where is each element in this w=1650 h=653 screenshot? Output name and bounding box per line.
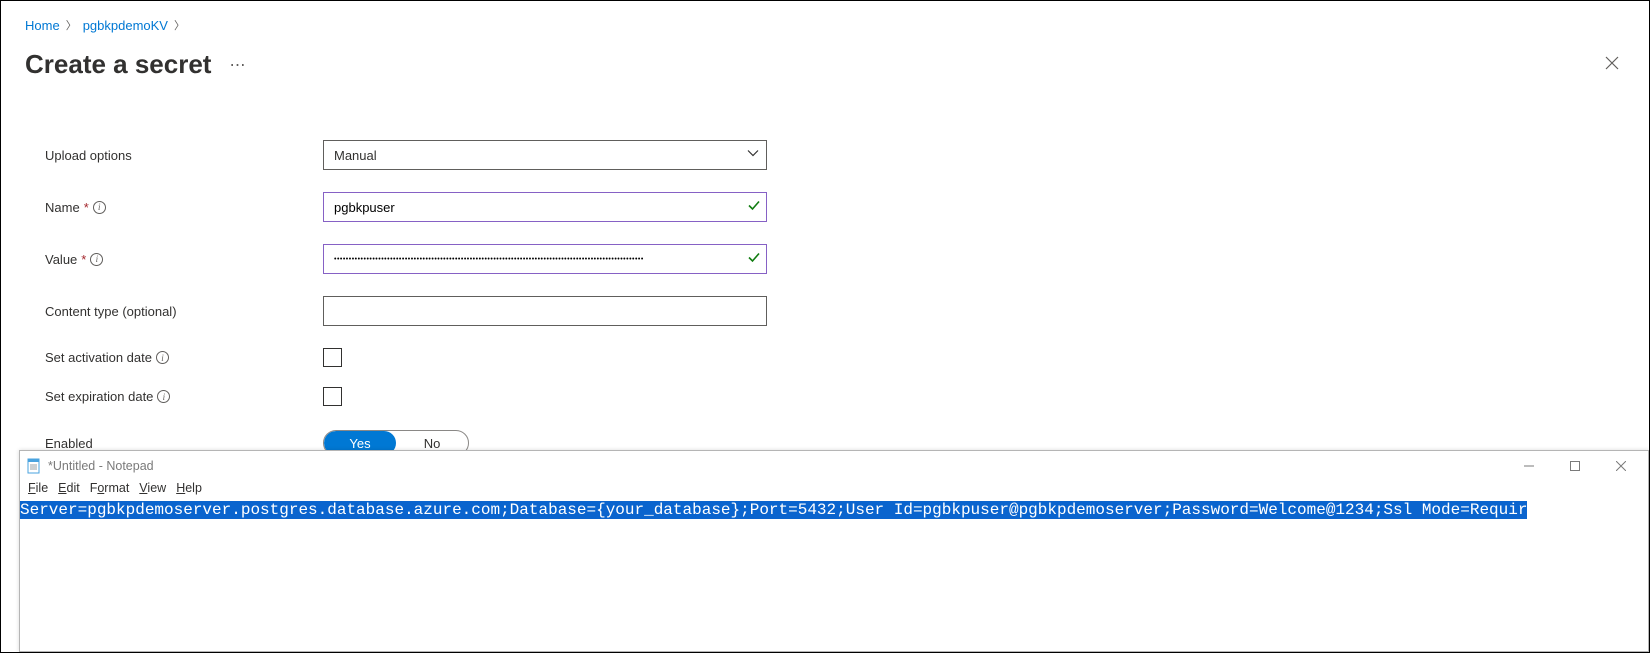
notepad-icon xyxy=(26,458,42,474)
menu-view[interactable]: View xyxy=(135,481,170,499)
content-type-label: Content type (optional) xyxy=(45,304,323,319)
maximize-button[interactable] xyxy=(1552,451,1598,481)
notepad-text-area[interactable]: Server=pgbkpdemoserver.postgres.database… xyxy=(20,501,1648,651)
close-button[interactable] xyxy=(1598,451,1644,481)
content-type-input[interactable] xyxy=(323,296,767,326)
menu-file[interactable]: File xyxy=(24,481,52,499)
enabled-label: Enabled xyxy=(45,436,323,451)
expiration-date-label: Set expiration date xyxy=(45,389,153,404)
activation-date-checkbox[interactable] xyxy=(323,348,342,367)
notepad-title: *Untitled - Notepad xyxy=(48,459,154,473)
maximize-icon xyxy=(1570,461,1580,471)
checkmark-icon xyxy=(747,251,761,268)
info-icon[interactable]: i xyxy=(157,390,170,403)
notepad-selected-text: Server=pgbkpdemoserver.postgres.database… xyxy=(20,501,1527,519)
info-icon[interactable]: i xyxy=(90,253,103,266)
value-input[interactable] xyxy=(323,244,767,274)
checkmark-icon xyxy=(747,199,761,216)
notepad-window: *Untitled - Notepad File Edit Format Vie… xyxy=(19,450,1649,652)
close-icon xyxy=(1605,56,1619,70)
menu-edit[interactable]: Edit xyxy=(54,481,84,499)
chevron-right-icon: 〉 xyxy=(174,17,185,33)
expiration-date-checkbox[interactable] xyxy=(323,387,342,406)
more-actions-button[interactable]: ⋯ xyxy=(229,55,246,75)
minimize-button[interactable] xyxy=(1506,451,1552,481)
name-label: Name xyxy=(45,200,80,215)
upload-options-label: Upload options xyxy=(45,148,323,163)
name-input[interactable] xyxy=(323,192,767,222)
minimize-icon xyxy=(1524,461,1534,471)
menu-format[interactable]: Format xyxy=(86,481,134,499)
breadcrumb-home[interactable]: Home xyxy=(25,18,60,33)
page-title: Create a secret xyxy=(25,49,211,80)
breadcrumb: Home 〉 pgbkpdemoKV 〉 xyxy=(25,17,1625,33)
breadcrumb-keyvault[interactable]: pgbkpdemoKV xyxy=(83,18,168,33)
close-button[interactable] xyxy=(1599,50,1625,80)
info-icon[interactable]: i xyxy=(156,351,169,364)
chevron-down-icon xyxy=(747,148,759,163)
chevron-right-icon: 〉 xyxy=(66,17,77,33)
upload-options-value: Manual xyxy=(334,148,377,163)
activation-date-label: Set activation date xyxy=(45,350,152,365)
menu-help[interactable]: Help xyxy=(172,481,206,499)
upload-options-dropdown[interactable]: Manual xyxy=(323,140,767,170)
close-icon xyxy=(1616,461,1626,471)
required-indicator: * xyxy=(84,200,89,215)
required-indicator: * xyxy=(81,252,86,267)
notepad-menubar: File Edit Format View Help xyxy=(20,481,1648,501)
info-icon[interactable]: i xyxy=(93,201,106,214)
notepad-titlebar[interactable]: *Untitled - Notepad xyxy=(20,451,1648,481)
value-label: Value xyxy=(45,252,77,267)
